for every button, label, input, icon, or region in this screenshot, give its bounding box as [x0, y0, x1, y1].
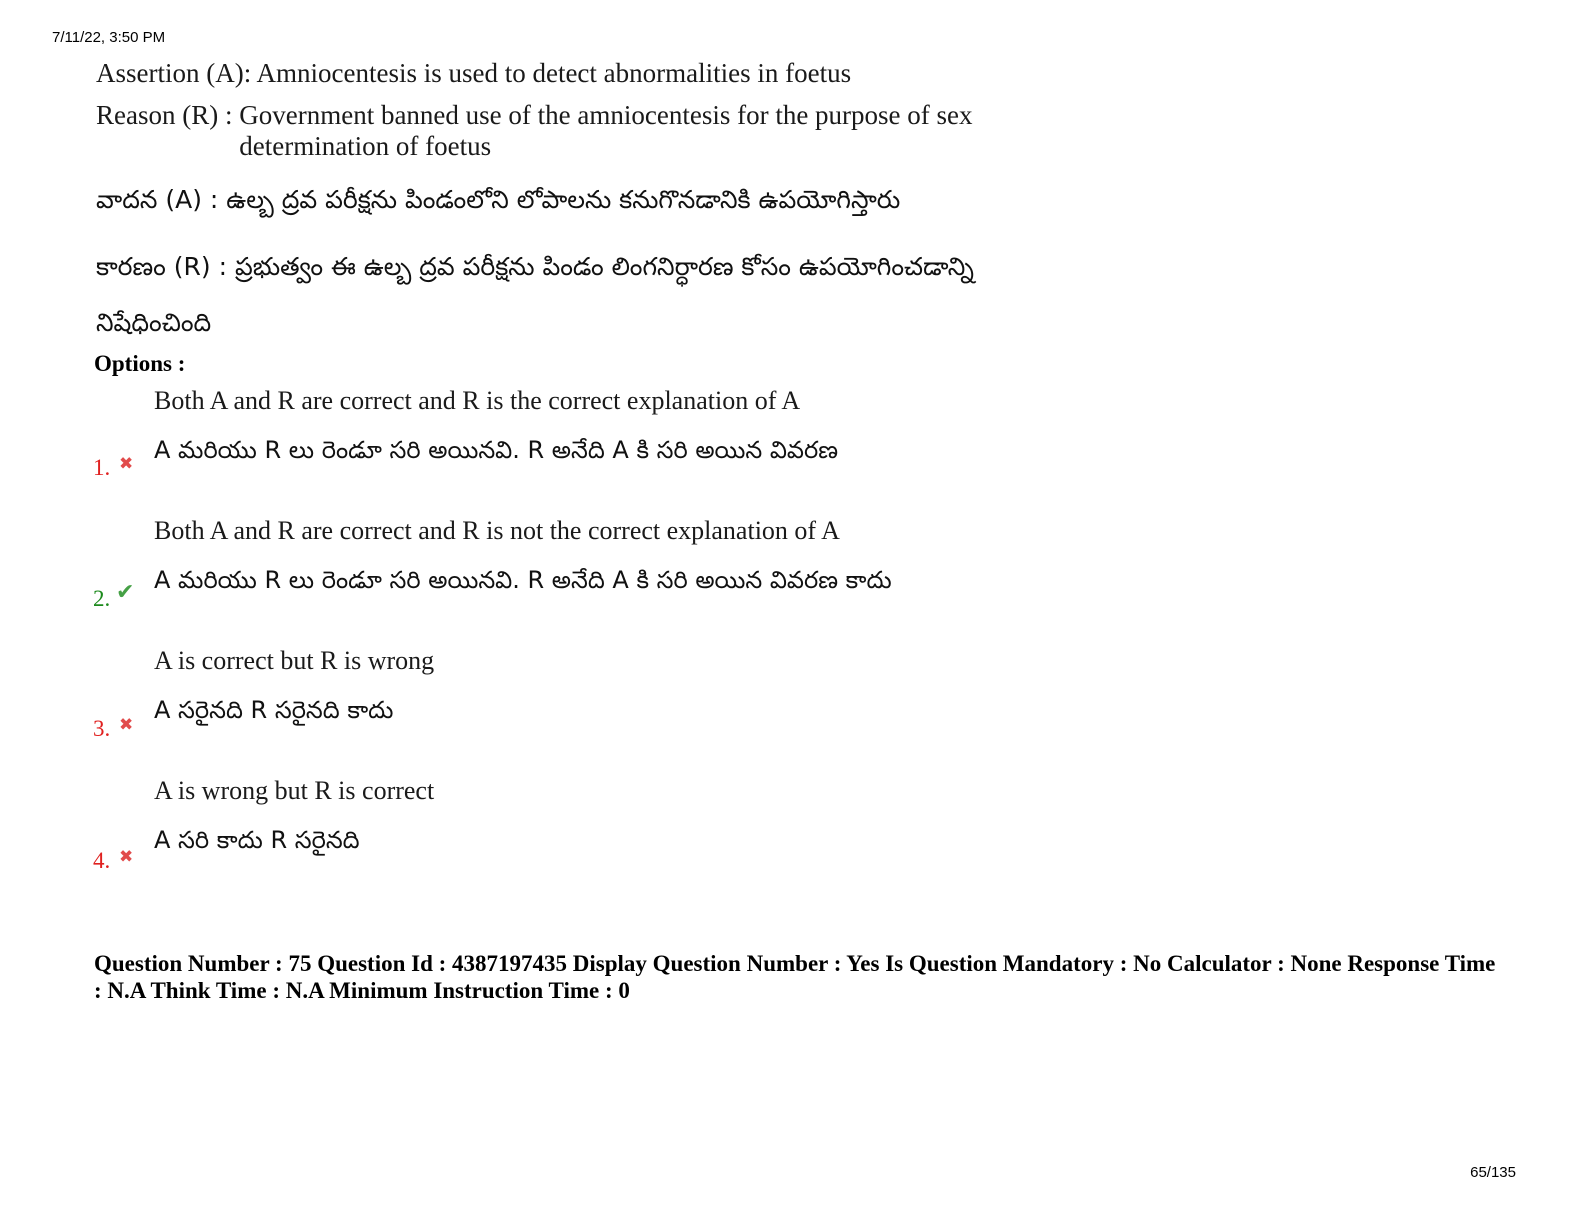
print-datetime: 7/11/22, 3:50 PM — [52, 29, 166, 46]
cross-icon: ✖ — [119, 847, 134, 867]
option-4-number: 4. — [93, 848, 111, 873]
reason-english-text: Government banned use of the amniocentes… — [239, 100, 972, 162]
option-2-number: 2. — [93, 586, 111, 611]
check-icon: ✔ — [116, 580, 135, 605]
option-1-number: 1. — [93, 455, 111, 480]
reason-telugu-line2: నిషేధించింది — [96, 308, 212, 337]
reason-english-line1: Government banned use of the amniocentes… — [239, 100, 973, 130]
reason-english: Reason (R) : Government banned use of th… — [96, 100, 973, 162]
assertion-english: Assertion (A): Amniocentesis is used to … — [96, 58, 852, 88]
option-1-telugu: A మరియు R లు రెండూ సరి అయినవి. R అనేది A… — [154, 436, 839, 464]
reason-label: Reason (R) : — [96, 100, 233, 130]
option-2-telugu: A మరియు R లు రెండూ సరి అయినవి. R అనేది A… — [154, 566, 892, 594]
page-number: 65/135 — [1470, 1164, 1516, 1181]
assertion-telugu: వాదన (A) : ఉల్బ ద్రవ పరీక్షను పిండంలోని … — [96, 185, 901, 214]
question-meta-info: Question Number : 75 Question Id : 43871… — [94, 951, 1496, 1003]
option-1-english: Both A and R are correct and R is the co… — [154, 386, 801, 415]
option-4-english: A is wrong but R is correct — [154, 776, 435, 805]
cross-icon: ✖ — [119, 454, 134, 474]
option-3-telugu: A సరైనది R సరైనది కాదు — [154, 696, 394, 724]
reason-telugu-line1: కారణం (R) : ప్రభుత్వం ఈ ఉల్బ ద్రవ పరీక్ష… — [96, 252, 974, 281]
options-heading: Options : — [94, 351, 186, 376]
cross-icon: ✖ — [119, 715, 134, 735]
option-3-english: A is correct but R is wrong — [154, 646, 435, 675]
option-3-number: 3. — [93, 716, 111, 741]
option-4-telugu: A సరి కాదు R సరైనది — [154, 826, 360, 854]
option-2-english: Both A and R are correct and R is not th… — [154, 516, 840, 545]
reason-english-line2: determination of foetus — [239, 131, 492, 161]
